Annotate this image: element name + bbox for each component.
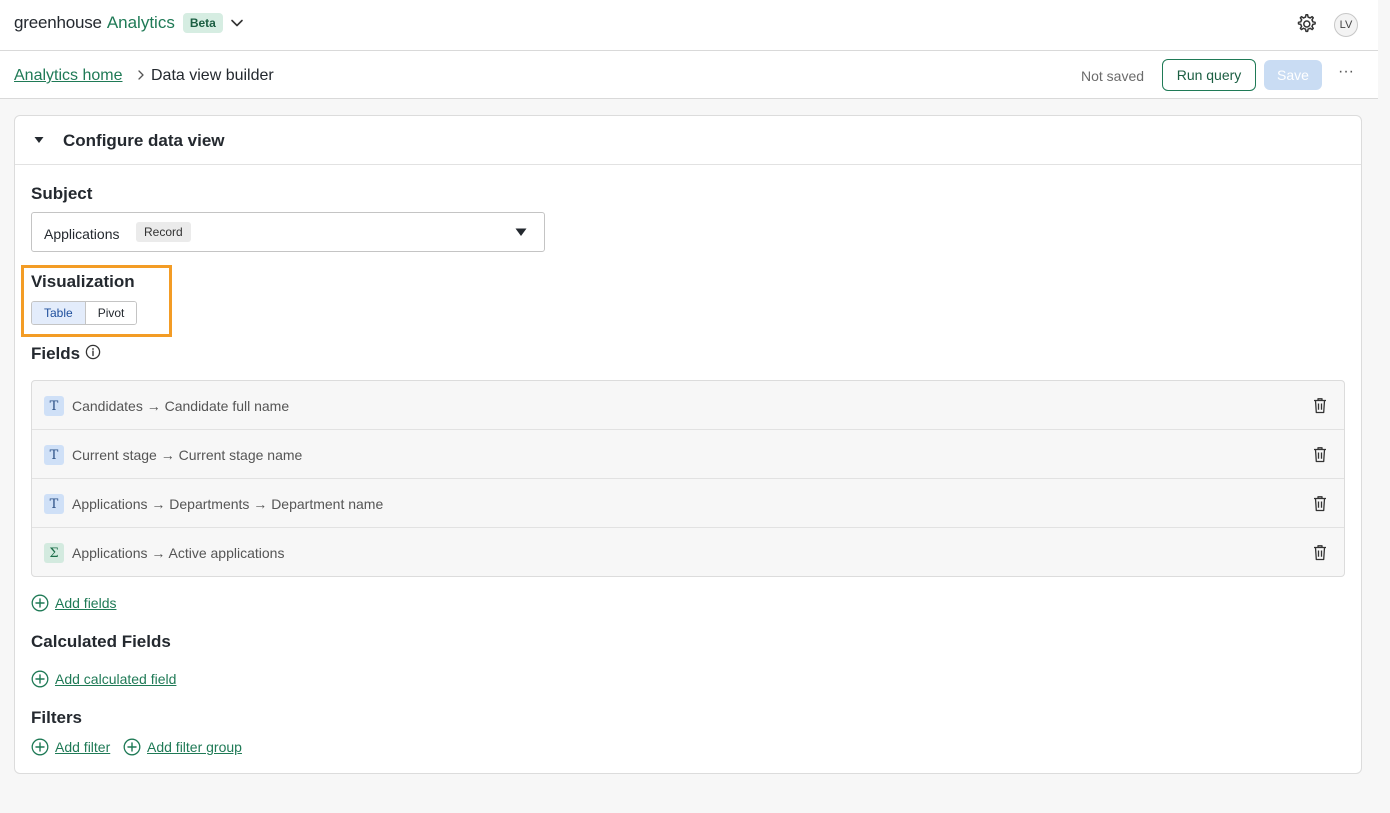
field-label: Current stage → Current stage name bbox=[72, 447, 303, 463]
add-calculated-field-link[interactable]: Add calculated field bbox=[31, 670, 176, 688]
plus-circle-icon bbox=[31, 738, 49, 756]
fields-label: Fields bbox=[31, 344, 81, 363]
subject-select[interactable]: Applications Record bbox=[31, 212, 545, 252]
configure-panel: Configure data view Subject Applications… bbox=[14, 115, 1362, 774]
brand-product-name: Analytics bbox=[106, 13, 175, 32]
trash-icon[interactable] bbox=[1312, 397, 1328, 414]
plus-circle-icon bbox=[31, 594, 49, 612]
add-filter-link[interactable]: Add filter bbox=[31, 738, 110, 756]
field-label: Applications → Active applications bbox=[72, 545, 285, 561]
app-switcher[interactable]: greenhouse Analytics Beta bbox=[14, 12, 244, 34]
avatar[interactable]: LV bbox=[1334, 13, 1358, 37]
field-row[interactable]: T Applications → Departments → Departmen… bbox=[32, 479, 1344, 528]
dropdown-arrow-icon bbox=[515, 228, 527, 236]
beta-badge: Beta bbox=[182, 13, 223, 33]
sum-type-icon: Σ bbox=[44, 543, 64, 563]
text-type-icon: T bbox=[44, 445, 64, 465]
text-type-icon: T bbox=[44, 494, 64, 514]
add-fields-link[interactable]: Add fields bbox=[31, 594, 116, 612]
add-calculated-field-label: Add calculated field bbox=[55, 671, 177, 687]
record-tag: Record bbox=[136, 222, 191, 242]
chevron-right-icon bbox=[138, 70, 144, 80]
field-row[interactable]: T Current stage → Current stage name bbox=[32, 430, 1344, 479]
visualization-label: Visualization bbox=[31, 272, 135, 291]
more-options-icon[interactable]: ··· bbox=[1336, 64, 1356, 83]
run-query-button[interactable]: Run query bbox=[1162, 59, 1256, 91]
plus-circle-icon bbox=[31, 670, 49, 688]
visualization-toggle: Table Pivot bbox=[31, 301, 138, 325]
gear-icon[interactable] bbox=[1294, 12, 1318, 36]
subject-label: Subject bbox=[31, 184, 93, 203]
breadcrumb-current: Data view builder bbox=[151, 67, 274, 84]
breadcrumb-bar: Analytics home Data view builder Not sav… bbox=[0, 51, 1378, 99]
trash-icon[interactable] bbox=[1312, 495, 1328, 512]
fields-list: T Candidates → Candidate full name T Cur… bbox=[31, 380, 1345, 577]
field-label: Candidates → Candidate full name bbox=[72, 398, 290, 414]
add-fields-label: Add fields bbox=[55, 595, 117, 611]
brand-logo-text: greenhouse bbox=[14, 13, 102, 32]
top-bar: greenhouse Analytics Beta LV bbox=[0, 0, 1378, 51]
visualization-option-pivot[interactable]: Pivot bbox=[85, 302, 137, 324]
panel-header[interactable]: Configure data view bbox=[15, 116, 1361, 165]
add-filter-label: Add filter bbox=[55, 739, 111, 755]
panel-title: Configure data view bbox=[63, 131, 225, 150]
field-row[interactable]: Σ Applications → Active applications bbox=[32, 528, 1344, 576]
breadcrumb-home-link[interactable]: Analytics home bbox=[14, 66, 123, 86]
caret-down-icon[interactable] bbox=[34, 136, 44, 144]
text-type-icon: T bbox=[44, 396, 64, 416]
chevron-down-icon[interactable] bbox=[230, 16, 244, 30]
field-row[interactable]: T Candidates → Candidate full name bbox=[32, 381, 1344, 430]
field-label: Applications → Departments → Department … bbox=[72, 496, 384, 512]
visualization-option-table[interactable]: Table bbox=[32, 302, 86, 324]
add-filter-group-label: Add filter group bbox=[147, 739, 242, 755]
info-icon[interactable] bbox=[85, 344, 101, 360]
save-button[interactable]: Save bbox=[1264, 60, 1322, 90]
plus-circle-icon bbox=[123, 738, 141, 756]
trash-icon[interactable] bbox=[1312, 446, 1328, 463]
save-status: Not saved bbox=[1081, 68, 1145, 84]
calculated-fields-label: Calculated Fields bbox=[31, 632, 171, 651]
subject-value: Applications bbox=[44, 226, 120, 242]
filters-label: Filters bbox=[31, 708, 83, 727]
trash-icon[interactable] bbox=[1312, 544, 1328, 561]
add-filter-group-link[interactable]: Add filter group bbox=[123, 738, 242, 756]
